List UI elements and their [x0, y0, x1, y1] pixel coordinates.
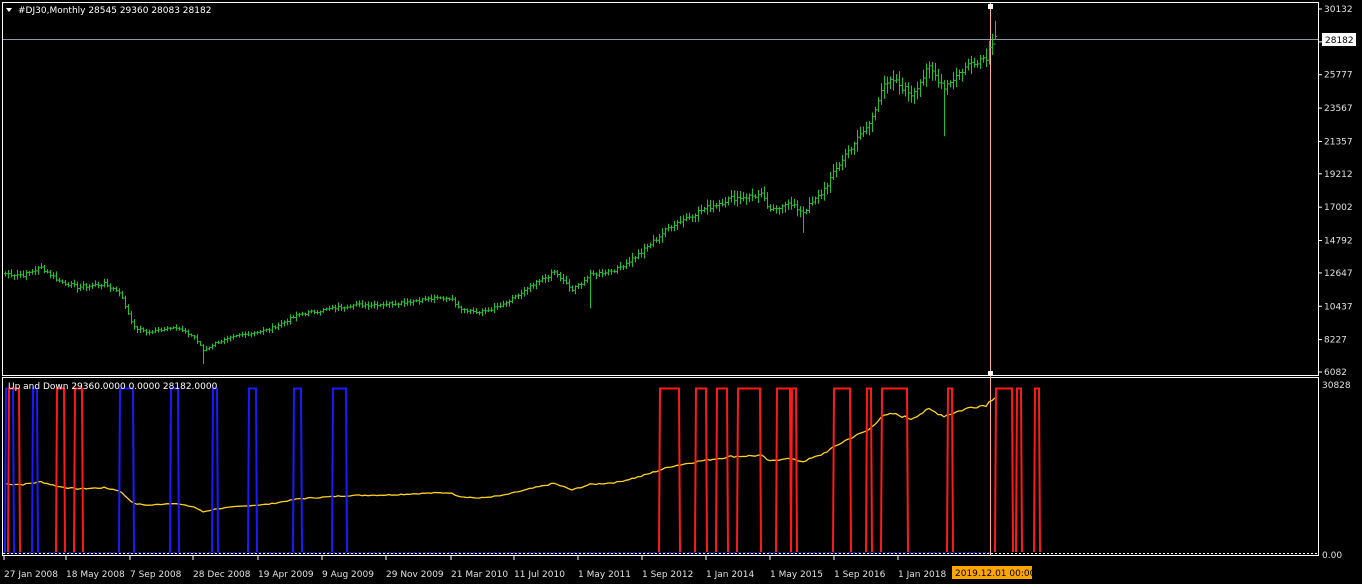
chart-canvas[interactable]: 3013227955257772356721357192121700214792… — [0, 0, 1362, 584]
price-tick-label: 6082 — [1324, 368, 1347, 378]
time-tick-label: 1 Jan 2014 — [706, 570, 754, 580]
time-tick-label: 29 Nov 2009 — [386, 570, 444, 580]
time-tick-label: 27 Jan 2008 — [4, 570, 58, 580]
indicator-header: Up and Down 29360.0000 0.0000 28182.0000 — [8, 382, 218, 392]
time-tick-label: 7 Sep 2008 — [130, 570, 182, 580]
main-chart-header: #DJ30,Monthly 28545 29360 28083 28182 — [18, 6, 211, 16]
price-tick-label: 17002 — [1324, 203, 1353, 213]
time-tick-label: 11 Jul 2010 — [514, 570, 565, 580]
indicator-axis-bottom: 0.00 — [1322, 551, 1342, 561]
time-tick-label: 1 Sep 2012 — [642, 570, 693, 580]
price-tick-label: 8227 — [1324, 336, 1347, 346]
time-tick-label: 1 Jan 2018 — [898, 570, 946, 580]
price-tick-label: 21357 — [1324, 137, 1353, 147]
price-tick-label: 25777 — [1324, 71, 1353, 81]
time-tick-label: 9 Aug 2009 — [322, 570, 374, 580]
time-tick-label: 19 Apr 2009 — [258, 570, 314, 580]
price-tick-label: 23567 — [1324, 104, 1353, 114]
current-price-label: 28182 — [1325, 36, 1354, 46]
price-tick-label: 10437 — [1324, 302, 1353, 312]
cursor-date-label: 2019.12.01 00:00 — [955, 569, 1036, 579]
time-tick-label: 1 May 2011 — [578, 570, 631, 580]
indicator-axis-top: 30828 — [1322, 381, 1351, 391]
price-tick-label: 12647 — [1324, 269, 1353, 279]
cursor-marker-top — [988, 4, 993, 9]
time-tick-label: 1 May 2015 — [770, 570, 823, 580]
price-axis: 3013227955257772356721357192121700214792… — [1318, 5, 1353, 378]
price-tick-label: 30132 — [1324, 5, 1353, 15]
price-tick-label: 14792 — [1324, 237, 1353, 247]
time-tick-label: 28 Dec 2008 — [193, 570, 251, 580]
main-panel — [2, 2, 1319, 376]
time-tick-label: 1 Sep 2016 — [834, 570, 886, 580]
time-tick-label: 18 May 2008 — [66, 570, 125, 580]
price-tick-label: 19212 — [1324, 170, 1353, 180]
cursor-marker-bottom — [988, 371, 993, 376]
time-tick-label: 21 Mar 2010 — [451, 570, 508, 580]
time-axis: 27 Jan 2008 18 May 2008 7 Sep 2008 28 Dec 2… — [3, 556, 946, 580]
